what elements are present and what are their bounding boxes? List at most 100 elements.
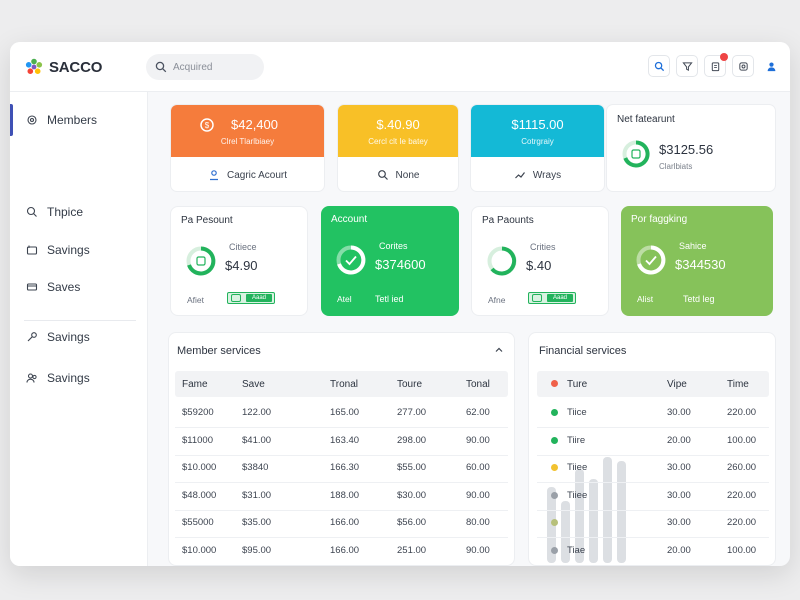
profile-button[interactable] <box>760 55 782 77</box>
table-cell: 100.00 <box>727 434 757 446</box>
header-actions <box>648 53 782 77</box>
column-header[interactable]: Ture <box>567 379 587 390</box>
card-footer-label: Atel <box>337 294 352 304</box>
progress-ring-icon <box>487 246 517 276</box>
sidebar-item-label: Savings <box>47 330 90 344</box>
search-input[interactable] <box>173 61 253 73</box>
card-footer-value: Tetl ied <box>375 294 404 304</box>
table-cell: $35.00 <box>242 517 272 528</box>
card-title: Account <box>331 214 368 225</box>
table-cell: 165.00 <box>330 407 360 418</box>
sidebar-divider <box>24 320 136 321</box>
notifications-button[interactable] <box>704 53 728 77</box>
stat-card-pa-pesount[interactable]: Pa Pesount Citiece $4.90 Afiet Aaad <box>170 206 308 316</box>
table-cell: 30.00 <box>667 462 691 473</box>
tile-footer: Wrays <box>471 157 604 191</box>
status-dot <box>551 546 558 554</box>
top-header: SACCO <box>10 42 790 92</box>
gear-icon <box>27 115 37 125</box>
search-button[interactable] <box>648 55 670 77</box>
column-header[interactable]: Time <box>727 379 749 390</box>
stat-card-pa-paounts[interactable]: Pa Paounts Crities $.40 Afne Aaad <box>471 206 609 316</box>
row-divider <box>537 427 769 428</box>
table-cell: 60.00 <box>466 462 490 473</box>
row-divider <box>537 537 769 538</box>
tile-footer: None <box>338 157 458 191</box>
pill-text: Aaad <box>547 294 573 302</box>
tile-header: $ $42,400 Clrel Tlarlbiaey <box>171 105 324 157</box>
chevron-up-icon[interactable] <box>494 345 504 355</box>
filter-icon <box>681 61 693 71</box>
sidebar-item-members[interactable]: Members <box>10 108 148 132</box>
table-cell: Tiire <box>567 434 586 446</box>
summary-tile-cyan[interactable]: $1115.00 Cotrgraiy Wrays <box>470 104 605 192</box>
card-value: $.40 <box>526 258 552 273</box>
tile-subtitle: Clrel Tlarlbiaey <box>220 137 275 146</box>
row-divider <box>537 564 769 565</box>
table-cell: 80.00 <box>466 517 490 528</box>
card-value: $374600 <box>375 257 426 272</box>
table-cell: $11000 <box>182 434 213 446</box>
row-divider <box>175 482 508 483</box>
card-footer-value: Tetd leg <box>683 294 715 304</box>
tile-header: $.40.90 Cercl clt Ie batey <box>338 105 458 157</box>
filter-button[interactable] <box>676 55 698 77</box>
sidebar-item-savings[interactable]: Savings <box>10 238 148 262</box>
net-amount-card[interactable]: Net fatearunt $3125.56 Clarlbiats <box>606 104 776 192</box>
progress-ring-icon <box>622 140 650 168</box>
table-cell: 62.00 <box>466 407 490 418</box>
column-header[interactable]: Fame <box>182 379 208 390</box>
financial-services-panel: Financial services Ture Vipe Time Tiice 3… <box>528 332 776 566</box>
sidebar-item-savings-2[interactable]: Savings <box>10 325 148 349</box>
table-cell: 20.00 <box>667 434 691 446</box>
table-cell: $95.00 <box>242 544 272 556</box>
sidebar-item-saves[interactable]: Saves <box>10 275 148 299</box>
row-divider <box>175 564 508 565</box>
table-cell: $31.00 <box>242 489 272 501</box>
column-header[interactable]: Tronal <box>330 379 358 390</box>
summary-tile-yellow[interactable]: $.40.90 Cercl clt Ie batey None <box>337 104 459 192</box>
search-bar[interactable] <box>146 54 264 80</box>
table-cell: $48.000 <box>182 489 217 501</box>
table-cell: 260.00 <box>727 462 757 473</box>
panel-title: Financial services <box>539 345 627 357</box>
stat-card-account[interactable]: Account Corites $374600 Atel Tetl ied <box>321 206 459 316</box>
search-icon <box>26 206 37 217</box>
tile-footer-label: None <box>395 169 420 181</box>
column-header[interactable]: Vipe <box>667 379 687 390</box>
card-title: Pa Paounts <box>482 215 534 226</box>
table-cell: $10.000 <box>182 544 217 556</box>
settings-button[interactable] <box>732 55 754 77</box>
tile-footer-label: Cagric Acourt <box>226 169 288 181</box>
tile-amount: $.40.90 <box>376 117 420 132</box>
sidebar-item-label: Members <box>47 113 98 127</box>
status-dot <box>551 436 558 444</box>
wallet-icon <box>26 245 38 255</box>
table-cell: 90.00 <box>466 489 490 501</box>
table-cell: 20.00 <box>667 544 691 556</box>
member-services-panel: Member services Fame Save Tronal Toure T… <box>168 332 515 566</box>
column-header[interactable]: Save <box>242 379 265 390</box>
sidebar-item-label: Thpice <box>47 205 84 219</box>
notification-dot <box>720 53 728 61</box>
table-cell: 30.00 <box>667 489 691 501</box>
user-icon <box>767 62 775 71</box>
table-cell: 30.00 <box>667 517 691 528</box>
column-header[interactable]: Toure <box>397 379 422 390</box>
decorative-bar-graphic <box>547 453 637 563</box>
sidebar-item-thpice[interactable]: Thpice <box>10 200 148 224</box>
stat-card-por-faggking[interactable]: Por faggking Sahice $344530 Alist Tetd l… <box>621 206 773 316</box>
summary-tile-orange[interactable]: $ $42,400 Clrel Tlarlbiaey Cagric Acourt <box>170 104 325 192</box>
logo[interactable]: SACCO <box>24 57 102 77</box>
row-divider <box>175 537 508 538</box>
table-cell: $56.00 <box>397 517 427 528</box>
progress-ring-icon <box>186 246 216 276</box>
table-cell: 188.00 <box>330 489 360 501</box>
sidebar-item-savings-3[interactable]: Savings <box>10 366 148 390</box>
pill-icon <box>231 294 241 302</box>
row-divider <box>537 509 769 511</box>
pill-icon <box>532 294 542 302</box>
column-header[interactable]: Tonal <box>466 379 490 390</box>
chart-icon <box>514 172 525 179</box>
tile-subtitle: Cotrgraiy <box>521 137 554 146</box>
